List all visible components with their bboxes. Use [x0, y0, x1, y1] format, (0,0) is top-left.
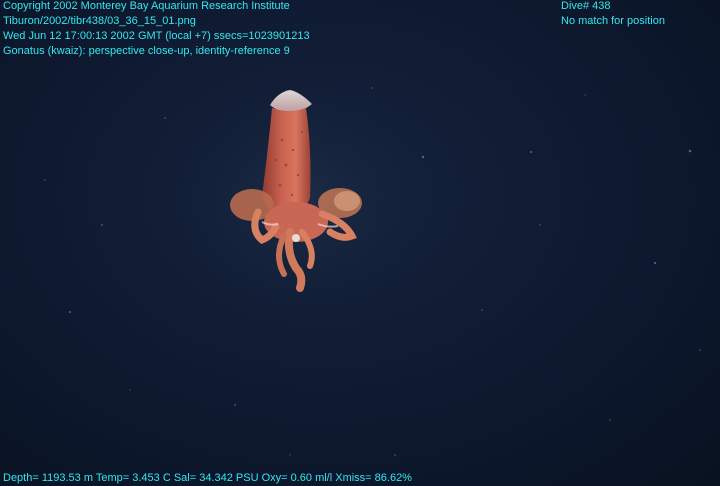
file-path-text: Tiburon/2002/tibr438/03_36_15_01.png	[3, 15, 196, 27]
overlay-header-left: Copyright 2002 Monterey Bay Aquarium Res…	[3, 0, 310, 59]
underwater-scene	[44, 60, 701, 456]
video-frame: Copyright 2002 Monterey Bay Aquarium Res…	[0, 0, 720, 486]
timestamp-text: Wed Jun 12 17:00:13 2002 GMT (local +7) …	[3, 30, 310, 42]
position-status-text: No match for position	[561, 15, 665, 27]
description-text: Gonatus (kwaiz): perspective close-up, i…	[3, 45, 290, 57]
overlay-header-right: Dive# 438 No match for position	[561, 0, 665, 29]
telemetry-readout: Depth= 1193.53 m Temp= 3.453 C Sal= 34.3…	[3, 472, 412, 484]
dive-number-text: Dive# 438	[561, 0, 611, 12]
copyright-text: Copyright 2002 Monterey Bay Aquarium Res…	[3, 0, 290, 12]
